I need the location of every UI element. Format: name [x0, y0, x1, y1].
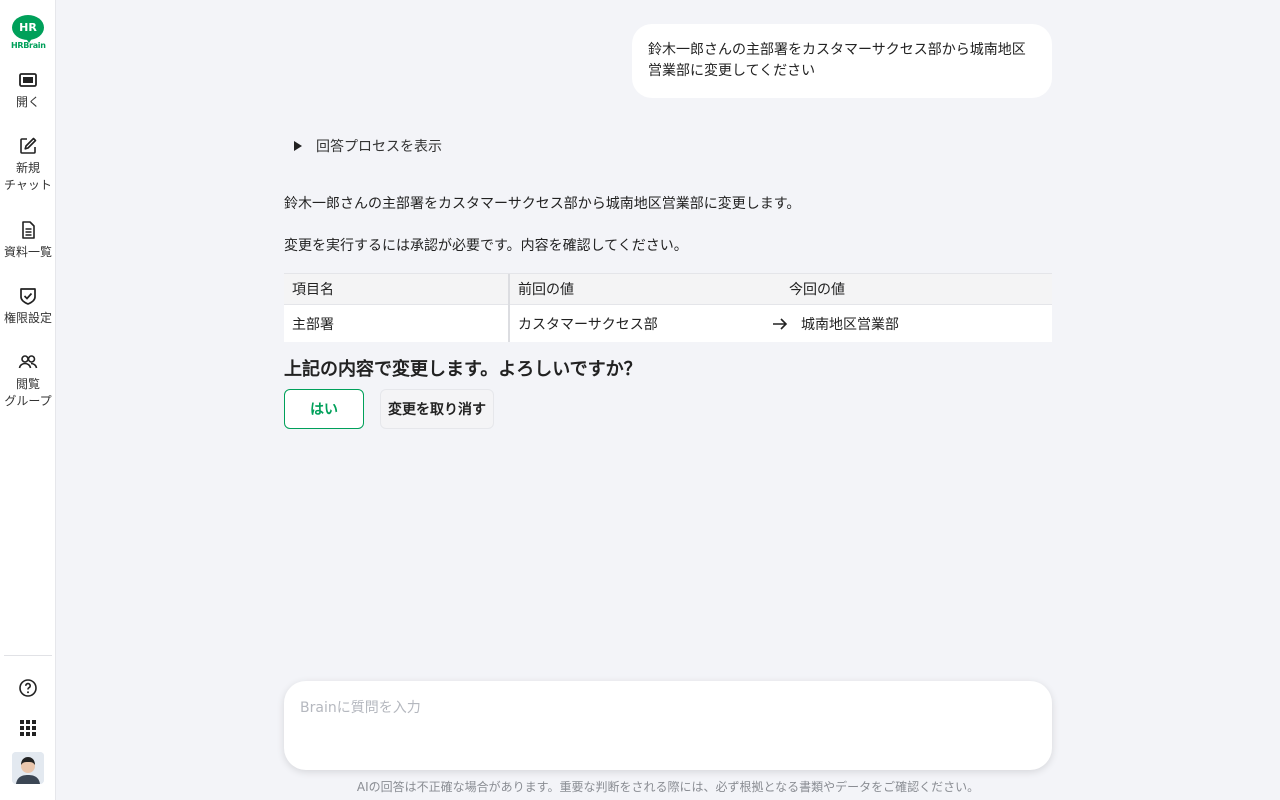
- cancel-change-button[interactable]: 変更を取り消す: [380, 389, 494, 429]
- yes-button[interactable]: はい: [284, 389, 364, 429]
- panel-icon: [19, 73, 37, 87]
- sidebar-item-open[interactable]: 開く: [0, 70, 56, 111]
- sidebar-item-new-chat[interactable]: 新規 チャット: [0, 136, 56, 194]
- edit-icon: [20, 137, 37, 154]
- sidebar-divider: [4, 655, 52, 656]
- caret-right-icon: [294, 141, 302, 151]
- cell-previous-value: カスタマーサクセス部: [518, 317, 658, 333]
- sidebar-item-label: 資料一覧: [3, 245, 52, 259]
- chat-input-box: [284, 681, 1052, 770]
- help-icon[interactable]: [18, 678, 38, 698]
- answer-text-line: 鈴木一郎さんの主部署をカスタマーサクセス部から城南地区営業部に変更します。: [284, 196, 801, 212]
- hrbrain-logo[interactable]: HR HRBrain: [11, 15, 46, 51]
- arrow-right-icon: [773, 318, 788, 330]
- table-row: 主部署 カスタマーサクセス部 城南地区営業部: [284, 305, 1052, 342]
- sidebar-item-label: 開く: [15, 95, 40, 109]
- header-item-name: 項目名: [292, 282, 334, 298]
- answer-text-line: 変更を実行するには承認が必要です。内容を確認してください。: [284, 238, 688, 254]
- change-table: 項目名 前回の値 今回の値 主部署 カスタマーサクセス部 城南地区営業部: [284, 273, 1052, 342]
- chat-input[interactable]: [300, 697, 1036, 757]
- document-icon: [22, 221, 35, 239]
- sidebar-item-label: 閲覧 グループ: [4, 377, 52, 408]
- cell-current-value: 城南地区営業部: [801, 317, 899, 333]
- header-previous-value: 前回の値: [518, 282, 574, 298]
- show-process-label: 回答プロセスを表示: [316, 139, 442, 155]
- ai-disclaimer: AIの回答は不正確な場合があります。重要な判断をされる際には、必ず根拠となる書類…: [356, 780, 980, 794]
- users-icon: [18, 355, 38, 369]
- avatar-image: [12, 752, 44, 784]
- sidebar-item-label: 新規 チャット: [4, 161, 52, 192]
- sidebar-item-view-groups[interactable]: 閲覧 グループ: [0, 352, 56, 410]
- sidebar: HR HRBrain 開く 新規 チャット 資料一覧 権限設定 閲覧 グループ: [0, 0, 56, 800]
- header-current-value: 今回の値: [789, 282, 845, 298]
- apps-grid-icon[interactable]: [18, 718, 38, 738]
- avatar[interactable]: [12, 752, 44, 784]
- confirm-question: 上記の内容で変更します。よろしいですか？: [284, 359, 642, 380]
- show-process-toggle[interactable]: 回答プロセスを表示: [294, 136, 442, 156]
- cell-item-name: 主部署: [292, 317, 334, 333]
- table-header-row: 項目名 前回の値 今回の値: [284, 274, 1052, 305]
- table-divider: [508, 274, 510, 342]
- sidebar-item-permissions[interactable]: 権限設定: [0, 286, 56, 327]
- shield-check-icon: [20, 288, 36, 305]
- logo-text: HRBrain: [11, 41, 46, 50]
- sidebar-item-label: 権限設定: [3, 311, 52, 325]
- user-message-bubble: 鈴木一郎さんの主部署をカスタマーサクセス部から城南地区営業部に変更してください: [632, 24, 1052, 98]
- sidebar-item-documents[interactable]: 資料一覧: [0, 220, 56, 261]
